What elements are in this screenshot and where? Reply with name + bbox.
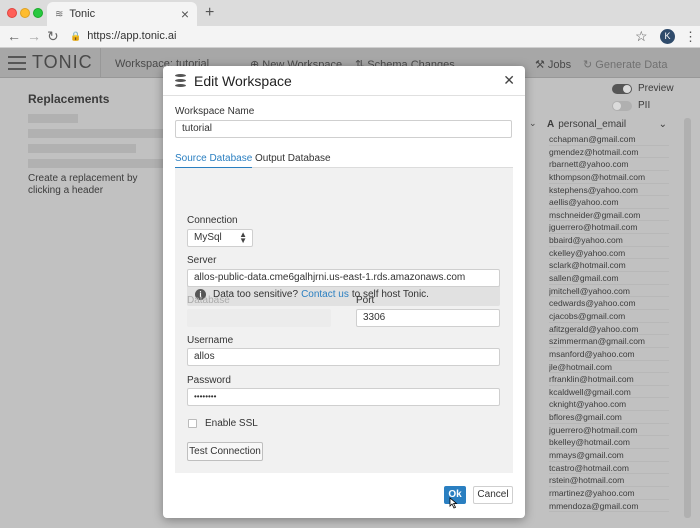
lock-icon: 🔒 — [70, 30, 82, 41]
close-icon[interactable]: ✕ — [503, 72, 515, 89]
address-bar: ← → ↻ 🔒 https://app.tonic.ai ☆ K ⋮ — [0, 26, 700, 48]
database-tabs: Source Database Output Database — [175, 150, 513, 169]
cancel-button[interactable]: Cancel — [473, 486, 513, 504]
database-field — [187, 309, 331, 327]
forward-arrow-icon[interactable]: → — [27, 28, 41, 44]
contact-us-link[interactable]: Contact us — [301, 289, 349, 300]
modal-title: Edit Workspace — [194, 72, 292, 89]
browser-tab-title: Tonic — [69, 8, 96, 20]
database-label: Database — [187, 295, 230, 306]
browser-tab-bar: ≋ Tonic × + — [0, 0, 700, 26]
password-label: Password — [187, 375, 231, 386]
test-connection-button[interactable]: Test Connection — [187, 442, 263, 461]
browser-menu-icon[interactable]: ⋮ — [684, 29, 697, 45]
modal-header: Edit Workspace ✕ — [163, 66, 525, 96]
bookmark-star-icon[interactable]: ☆ — [635, 28, 648, 45]
server-field[interactable]: allos-public-data.cme6galhjrni.us-east-1… — [187, 269, 500, 287]
password-field[interactable]: •••••••• — [187, 388, 500, 406]
tab-source-database[interactable]: Source Database — [175, 153, 253, 169]
reload-icon[interactable]: ↻ — [47, 28, 59, 45]
workspace-name-field[interactable]: tutorial — [175, 120, 512, 138]
edit-workspace-modal: Edit Workspace ✕ Workspace Name tutorial… — [163, 66, 525, 518]
mouse-pointer-icon — [449, 497, 458, 509]
connection-value: MySql — [194, 232, 222, 243]
port-label: Port — [356, 295, 375, 306]
window-maximize-button[interactable] — [33, 8, 43, 18]
profile-avatar[interactable]: K — [660, 29, 675, 44]
database-icon — [175, 74, 186, 87]
enable-ssl-label: Enable SSL — [205, 418, 258, 429]
workspace-name-label: Workspace Name — [175, 106, 255, 117]
window-minimize-button[interactable] — [20, 8, 30, 18]
username-field[interactable]: allos — [187, 348, 500, 366]
connection-select[interactable]: MySql ▲ ▼ — [187, 229, 253, 247]
connection-label: Connection — [187, 215, 238, 226]
tab-close-icon[interactable]: × — [181, 7, 189, 21]
window-close-button[interactable] — [7, 8, 17, 18]
new-tab-icon[interactable]: + — [205, 4, 214, 22]
tonic-favicon-icon: ≋ — [55, 8, 64, 20]
server-label: Server — [187, 255, 217, 266]
port-field[interactable]: 3306 — [356, 309, 500, 327]
url-field[interactable]: 🔒 https://app.tonic.ai — [70, 30, 177, 42]
select-arrows-icon: ▲ ▼ — [239, 230, 247, 245]
back-arrow-icon[interactable]: ← — [7, 28, 21, 44]
enable-ssl-checkbox[interactable] — [188, 419, 197, 428]
tab-output-database[interactable]: Output Database — [255, 153, 331, 164]
browser-tab[interactable]: ≋ Tonic × — [47, 2, 197, 26]
username-label: Username — [187, 335, 234, 346]
url-text: https://app.tonic.ai — [87, 30, 177, 42]
